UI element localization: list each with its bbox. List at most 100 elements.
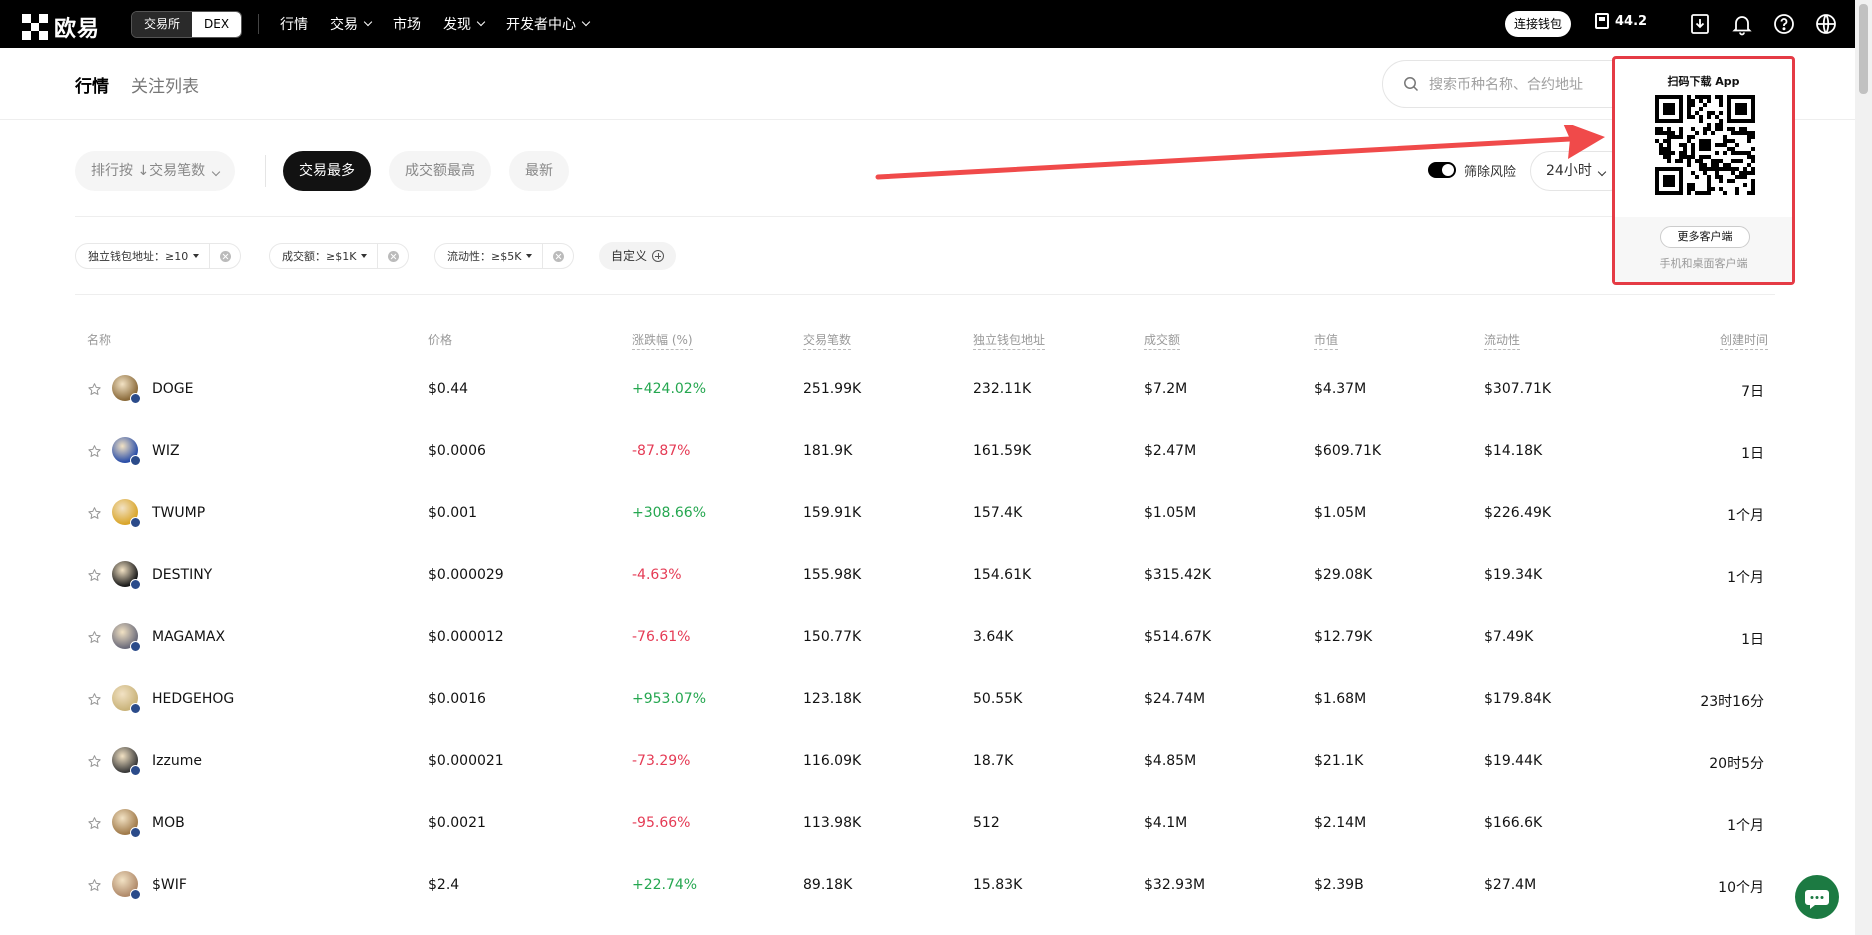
chip-remove-button[interactable] bbox=[378, 244, 408, 268]
logo[interactable]: 欧易 bbox=[22, 11, 100, 43]
cell-wallets: 157.4K bbox=[973, 505, 1023, 521]
pill-highest-volume[interactable]: 成交额最高 bbox=[389, 151, 491, 191]
nav-link-discover[interactable]: 发现 bbox=[443, 14, 486, 34]
help-icon[interactable] bbox=[1772, 12, 1796, 36]
col-header-wallets[interactable]: 独立钱包地址 bbox=[973, 331, 1046, 350]
tab-market[interactable]: 行情 bbox=[75, 72, 109, 97]
custom-filter-button[interactable]: 自定义 bbox=[599, 242, 677, 270]
chip-remove-button[interactable] bbox=[543, 244, 573, 268]
tab-watchlist[interactable]: 关注列表 bbox=[131, 72, 199, 97]
table-row[interactable]: Izzume $0.000021 -73.29% 116.09K 18.7K $4.85M… bbox=[75, 731, 1775, 793]
col-header-name[interactable]: 名称 bbox=[87, 331, 111, 348]
token-name[interactable]: MAGAMAX bbox=[152, 629, 225, 645]
star-icon[interactable] bbox=[87, 382, 102, 397]
filter-chip-wallets[interactable]: 独立钱包地址：≥10 bbox=[75, 243, 242, 269]
cell-change: -95.66% bbox=[632, 815, 691, 831]
table-row[interactable]: MOB $0.0021 -95.66% 113.98K 512 $4.1M $2.14M $1… bbox=[75, 793, 1775, 855]
qr-code-icon bbox=[1655, 95, 1755, 195]
star-icon[interactable] bbox=[87, 444, 102, 459]
chevron-down-icon bbox=[581, 17, 591, 27]
cell-change: +424.02% bbox=[632, 381, 707, 397]
cell-mcap: $29.08K bbox=[1314, 567, 1373, 583]
nav-link-market[interactable]: 行情 bbox=[280, 14, 308, 34]
token-name[interactable]: HEDGEHOG bbox=[152, 691, 234, 707]
chevron-down-icon bbox=[476, 17, 486, 27]
table-row[interactable]: WIZ $0.0006 -87.87% 181.9K 161.59K $2.47M $609… bbox=[75, 421, 1775, 483]
col-header-price[interactable]: 价格 bbox=[428, 331, 452, 348]
segment-exchange[interactable]: 交易所 bbox=[132, 12, 193, 37]
globe-icon[interactable] bbox=[1814, 12, 1838, 36]
star-icon[interactable] bbox=[87, 692, 102, 707]
qr-popup-title: 扫码下载 App bbox=[1667, 75, 1740, 88]
chain-badge-icon bbox=[130, 641, 141, 652]
col-header-txs[interactable]: 交易笔数 bbox=[803, 331, 852, 350]
chain-badge-icon bbox=[130, 765, 141, 776]
table-row[interactable]: DESTINY $0.000029 -4.63% 155.98K 154.61K $315… bbox=[75, 545, 1775, 607]
chain-badge-icon bbox=[130, 579, 141, 590]
star-icon[interactable] bbox=[87, 630, 102, 645]
search-input[interactable] bbox=[1429, 73, 1629, 97]
support-chat-button[interactable] bbox=[1795, 875, 1839, 919]
scrollbar-thumb[interactable] bbox=[1859, 4, 1868, 94]
page-scrollbar[interactable] bbox=[1855, 0, 1872, 935]
cell-price: $0.001 bbox=[428, 505, 477, 521]
cell-mcap: $2.39B bbox=[1314, 877, 1364, 893]
token-name[interactable]: Izzume bbox=[152, 753, 202, 769]
cell-volume: $4.1M bbox=[1144, 815, 1188, 831]
filter-chip-volume[interactable]: 成交额：≥$1K bbox=[269, 243, 410, 269]
table-row[interactable]: $WIF $2.4 +22.74% 89.18K 15.83K $32.93M $2.39B… bbox=[75, 855, 1775, 917]
connect-wallet-button[interactable]: 连接钱包 bbox=[1505, 11, 1572, 37]
cell-mcap: $12.79K bbox=[1314, 629, 1373, 645]
star-icon[interactable] bbox=[87, 816, 102, 831]
cell-liquidity: $179.84K bbox=[1484, 691, 1552, 707]
nav-links: 行情 交易 市场 发现 开发者中心 bbox=[280, 0, 591, 48]
chip-remove-button[interactable] bbox=[210, 244, 240, 268]
star-icon[interactable] bbox=[87, 878, 102, 893]
cell-txs: 159.91K bbox=[803, 505, 862, 521]
token-name[interactable]: TWUMP bbox=[152, 505, 205, 521]
chain-badge-icon bbox=[130, 393, 141, 404]
token-name[interactable]: WIZ bbox=[152, 443, 180, 459]
download-icon[interactable] bbox=[1688, 12, 1712, 36]
token-name[interactable]: $WIF bbox=[152, 877, 187, 893]
table-row[interactable]: MAGAMAX $0.000012 -76.61% 150.77K 3.64K $514.… bbox=[75, 607, 1775, 669]
bell-icon[interactable] bbox=[1730, 12, 1754, 36]
cell-wallets: 161.59K bbox=[973, 443, 1032, 459]
col-header-created[interactable]: 创建时间 bbox=[1719, 331, 1768, 350]
table-row[interactable]: HEDGEHOG $0.0016 +953.07% 123.18K 50.55K $24.… bbox=[75, 669, 1775, 731]
pill-most-trades[interactable]: 交易最多 bbox=[283, 151, 371, 191]
cell-txs: 113.98K bbox=[803, 815, 862, 831]
pill-newest[interactable]: 最新 bbox=[509, 151, 569, 191]
filter-chip-liquidity[interactable]: 流动性：≥$5K bbox=[434, 243, 575, 269]
qr-popup-subtitle: 手机和桌面客户端 bbox=[1659, 257, 1748, 270]
star-icon[interactable] bbox=[87, 568, 102, 583]
nav-link-trade[interactable]: 交易 bbox=[330, 14, 373, 34]
col-header-volume[interactable]: 成交额 bbox=[1144, 331, 1181, 350]
star-icon[interactable] bbox=[87, 754, 102, 769]
token-name[interactable]: MOB bbox=[152, 815, 185, 831]
cell-mcap: $21.1K bbox=[1314, 753, 1364, 769]
cell-wallets: 154.61K bbox=[973, 567, 1032, 583]
chip-label: 独立钱包地址：≥10 bbox=[88, 250, 189, 263]
close-circle-icon bbox=[387, 250, 399, 262]
cell-price: $0.000029 bbox=[428, 567, 504, 583]
star-icon[interactable] bbox=[87, 506, 102, 521]
token-name[interactable]: DESTINY bbox=[152, 567, 212, 583]
segment-dex[interactable]: DEX bbox=[192, 12, 242, 37]
col-header-liquidity[interactable]: 流动性 bbox=[1484, 331, 1521, 350]
col-header-change[interactable]: 涨跌幅 (%) bbox=[632, 331, 693, 350]
cell-txs: 251.99K bbox=[803, 381, 862, 397]
nav-link-developer[interactable]: 开发者中心 bbox=[506, 14, 591, 34]
table-row[interactable]: DOGE $0.44 +424.02% 251.99K 232.11K $7.2M $4.3… bbox=[75, 359, 1775, 421]
sort-dropdown[interactable]: 排行按 ↓交易笔数 bbox=[75, 151, 235, 191]
chain-badge-icon bbox=[130, 889, 141, 900]
col-header-mcap[interactable]: 市值 bbox=[1314, 331, 1339, 350]
cell-created: 1个月 bbox=[1727, 508, 1764, 524]
cell-price: $0.000021 bbox=[428, 753, 504, 769]
cell-mcap: $1.05M bbox=[1314, 505, 1367, 521]
nav-link-marketplace[interactable]: 市场 bbox=[393, 14, 421, 34]
more-clients-button[interactable]: 更多客户端 bbox=[1660, 226, 1750, 248]
gas-indicator[interactable]: 44.2 bbox=[1595, 13, 1647, 29]
token-name[interactable]: DOGE bbox=[152, 381, 194, 397]
table-row[interactable]: TWUMP $0.001 +308.66% 159.91K 157.4K $1.05M $1… bbox=[75, 483, 1775, 545]
